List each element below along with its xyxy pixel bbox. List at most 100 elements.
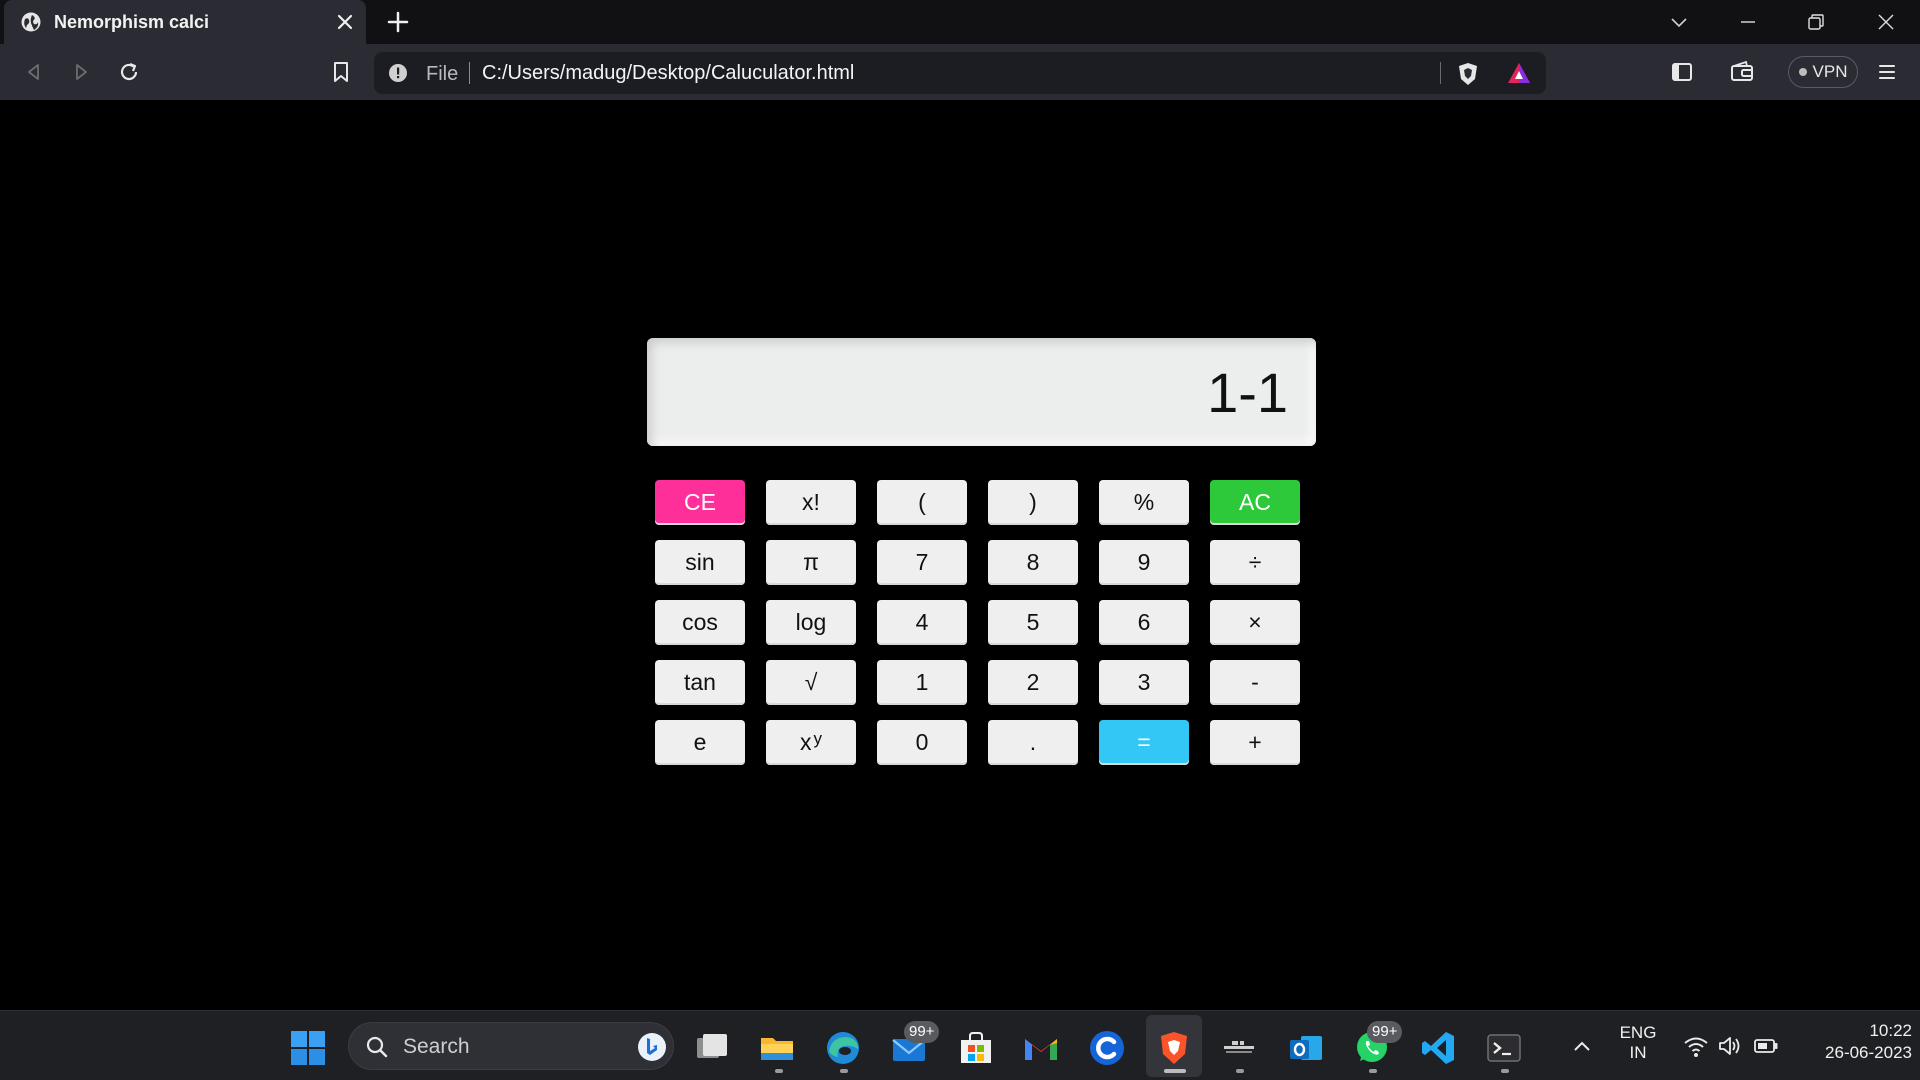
key-label: sin (685, 549, 715, 575)
key-label: 1 (915, 669, 929, 695)
key-euler-button[interactable]: e (655, 720, 745, 765)
key-percent-button[interactable]: % (1099, 480, 1189, 525)
globe-icon (21, 12, 41, 32)
search-icon (366, 1036, 388, 1058)
c-app-icon[interactable] (1088, 1029, 1126, 1067)
microsoft-store-icon[interactable] (957, 1029, 995, 1067)
key-label: 7 (915, 549, 929, 575)
brave-rewards-icon[interactable] (1506, 61, 1532, 85)
app-launcher-icon[interactable] (1220, 1029, 1258, 1067)
minimize-icon[interactable] (1736, 10, 1760, 34)
tab-list-chevron-icon[interactable] (1667, 10, 1691, 34)
key-label: 0 (915, 729, 929, 755)
key-cos-button[interactable]: cos (655, 600, 745, 645)
key-label: √ (804, 669, 818, 695)
key-power-button[interactable]: xy (766, 720, 856, 765)
browser-toolbar: File C:/Users/madug/Desktop/Caluculator.… (0, 44, 1920, 100)
key-digit-5-button[interactable]: 5 (988, 600, 1078, 645)
key-add-button[interactable]: + (1210, 720, 1300, 765)
new-tab-icon[interactable] (386, 10, 410, 34)
vscode-icon[interactable] (1419, 1029, 1457, 1067)
region-code: IN (1629, 1043, 1647, 1062)
brave-active-indicator (1164, 1069, 1186, 1073)
clock-time: 10:22 (1869, 1021, 1912, 1040)
key-decimal-button[interactable]: . (988, 720, 1078, 765)
key-label: tan (684, 669, 716, 695)
key-label: % (1133, 489, 1155, 515)
windows-start-icon[interactable] (289, 1029, 327, 1067)
site-info-icon[interactable] (388, 63, 408, 83)
url-text[interactable]: C:/Users/madug/Desktop/Caluculator.html (482, 62, 854, 85)
key-label: - (1251, 669, 1259, 695)
key-label: 8 (1026, 549, 1040, 575)
bookmark-icon[interactable] (327, 58, 355, 86)
key-sin-button[interactable]: sin (655, 540, 745, 585)
key-label: e (693, 729, 707, 755)
key-subtract-button[interactable]: - (1210, 660, 1300, 705)
wallet-icon[interactable] (1728, 58, 1756, 86)
clock[interactable]: 10:22 26-06-2023 (1796, 1021, 1912, 1063)
key-label: + (1248, 729, 1262, 755)
brave-shields-icon[interactable] (1456, 61, 1480, 87)
whatsapp-unread-badge: 99+ (1367, 1021, 1403, 1043)
sidebar-toggle-icon[interactable] (1668, 58, 1696, 86)
address-bar[interactable]: File C:/Users/madug/Desktop/Caluculator.… (374, 52, 1546, 94)
key-label: cos (682, 609, 718, 635)
key-digit-7-button[interactable]: 7 (877, 540, 967, 585)
file-explorer-icon[interactable] (758, 1029, 796, 1067)
close-window-icon[interactable] (1874, 10, 1898, 34)
key-digit-3-button[interactable]: 3 (1099, 660, 1189, 705)
key-clear-entry-button[interactable]: CE (655, 480, 745, 525)
key-digit-0-button[interactable]: 0 (877, 720, 967, 765)
key-label: 3 (1137, 669, 1151, 695)
calculator-keypad: CE x! ()% AC sin π 7 8 9 ÷ cos log 4 5 6 × tan √ 1 2 3 - e x y 0.… (655, 480, 1300, 765)
key-label: ÷ (1248, 549, 1262, 575)
key-digit-4-button[interactable]: 4 (877, 600, 967, 645)
key-label: 9 (1137, 549, 1151, 575)
show-hidden-icons-chevron-icon[interactable] (1570, 1035, 1594, 1059)
bing-icon[interactable] (637, 1032, 667, 1062)
edge-running-indicator (840, 1069, 848, 1073)
task-view-icon[interactable] (693, 1029, 731, 1067)
mail-unread-badge: 99+ (904, 1021, 940, 1043)
key-divide-button[interactable]: ÷ (1210, 540, 1300, 585)
key-open-paren-button[interactable]: ( (877, 480, 967, 525)
edge-icon[interactable] (824, 1029, 862, 1067)
key-digit-2-button[interactable]: 2 (988, 660, 1078, 705)
key-digit-9-button[interactable]: 9 (1099, 540, 1189, 585)
reload-icon[interactable] (115, 58, 143, 86)
key-factorial-button[interactable]: x! (766, 480, 856, 525)
gmail-icon[interactable] (1022, 1029, 1060, 1067)
browser-tab[interactable]: Nemorphism calci (4, 0, 366, 44)
close-tab-icon[interactable] (334, 11, 356, 33)
restore-icon[interactable] (1804, 10, 1828, 34)
key-label: ( (918, 489, 926, 515)
key-equals-button[interactable]: = (1099, 720, 1189, 765)
outlook-icon[interactable] (1287, 1029, 1325, 1067)
wifi-icon[interactable] (1682, 1032, 1710, 1060)
brave-browser-icon[interactable] (1155, 1029, 1193, 1067)
volume-icon[interactable] (1716, 1032, 1744, 1060)
language-code: ENG (1619, 1023, 1657, 1042)
url-scheme-label: File (426, 63, 459, 85)
battery-icon[interactable] (1752, 1032, 1780, 1060)
key-digit-1-button[interactable]: 1 (877, 660, 967, 705)
hamburger-menu-icon[interactable] (1873, 58, 1901, 86)
url-separator (469, 62, 470, 84)
display-value: 1-1 (1207, 361, 1288, 424)
vpn-button[interactable]: VPN (1788, 56, 1858, 88)
key-digit-8-button[interactable]: 8 (988, 540, 1078, 585)
key-log-button[interactable]: log (766, 600, 856, 645)
key-digit-6-button[interactable]: 6 (1099, 600, 1189, 645)
key-multiply-button[interactable]: × (1210, 600, 1300, 645)
taskbar-search[interactable]: Search (348, 1022, 674, 1070)
key-close-paren-button[interactable]: ) (988, 480, 1078, 525)
key-tan-button[interactable]: tan (655, 660, 745, 705)
key-sqrt-button[interactable]: √ (766, 660, 856, 705)
terminal-icon[interactable] (1485, 1029, 1523, 1067)
forward-icon[interactable] (67, 58, 95, 86)
key-pi-button[interactable]: π (766, 540, 856, 585)
back-icon[interactable] (20, 58, 48, 86)
key-all-clear-button[interactable]: AC (1210, 480, 1300, 525)
language-indicator[interactable]: ENG IN (1610, 1023, 1666, 1063)
